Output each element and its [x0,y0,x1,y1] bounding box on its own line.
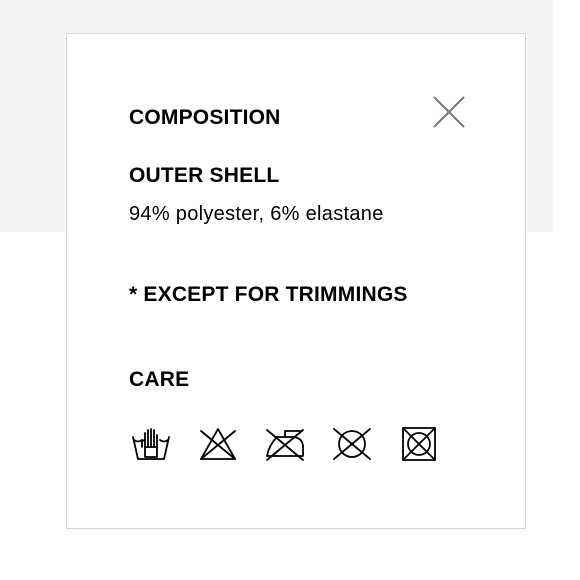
care-icons-row [129,424,441,464]
do-not-dry-clean-icon [333,428,371,460]
trimmings-exception-note: * EXCEPT FOR TRIMMINGS [129,283,408,306]
care-heading: CARE [129,368,190,391]
outer-shell-heading: OUTER SHELL [129,164,280,187]
outer-shell-materials: 94% polyester, 6% elastane [129,203,384,225]
do-not-iron-icon [266,429,304,461]
composition-care-modal: COMPOSITION OUTER SHELL 94% polyester, 6… [66,33,526,529]
hand-wash-icon [132,428,170,460]
close-button[interactable] [431,94,467,130]
composition-heading: COMPOSITION [129,106,281,129]
do-not-tumble-dry-icon [402,427,436,461]
close-icon [433,96,465,128]
do-not-bleach-icon [200,428,236,460]
